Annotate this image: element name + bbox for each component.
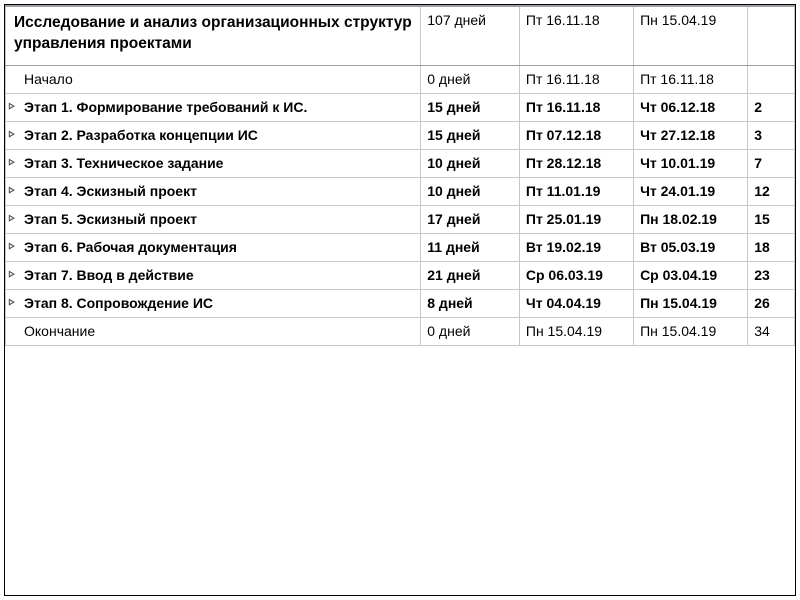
- task-end-cell: Чт 24.01.19: [634, 177, 748, 205]
- task-end-cell: Пт 16.11.18: [634, 65, 748, 93]
- task-duration-cell: 11 дней: [421, 233, 520, 261]
- task-num-cell: 15: [748, 205, 795, 233]
- table-row[interactable]: Окончание0 днейПн 15.04.19Пн 15.04.1934: [6, 317, 795, 345]
- task-start-cell: Вт 19.02.19: [519, 233, 633, 261]
- table-row[interactable]: Этап 4. Эскизный проект10 днейПт 11.01.1…: [6, 177, 795, 205]
- task-end-cell: Чт 10.01.19: [634, 149, 748, 177]
- task-table: Исследование и анализ организационных ст…: [5, 5, 795, 346]
- task-name-cell: Этап 6. Рабочая документация: [6, 233, 421, 261]
- task-start-cell: Пт 16.11.18: [519, 65, 633, 93]
- table-row[interactable]: Этап 7. Ввод в действие21 днейСр 06.03.1…: [6, 261, 795, 289]
- task-duration-cell: 8 дней: [421, 289, 520, 317]
- task-name-cell: Окончание: [6, 317, 421, 345]
- task-num-cell: 7: [748, 149, 795, 177]
- task-duration-cell: 15 дней: [421, 121, 520, 149]
- task-start-cell: Пт 11.01.19: [519, 177, 633, 205]
- task-duration-cell: 15 дней: [421, 93, 520, 121]
- summary-end: Пн 15.04.19: [634, 6, 748, 65]
- task-start-cell: Ср 06.03.19: [519, 261, 633, 289]
- task-table-body: Исследование и анализ организационных ст…: [6, 6, 795, 345]
- task-end-cell: Чт 06.12.18: [634, 93, 748, 121]
- task-end-cell: Пн 18.02.19: [634, 205, 748, 233]
- task-start-cell: Пт 25.01.19: [519, 205, 633, 233]
- task-num-cell: 18: [748, 233, 795, 261]
- table-row[interactable]: Этап 3. Техническое задание10 днейПт 28.…: [6, 149, 795, 177]
- summary-name: Исследование и анализ организационных ст…: [6, 6, 421, 65]
- summary-start: Пт 16.11.18: [519, 6, 633, 65]
- task-start-cell: Пт 07.12.18: [519, 121, 633, 149]
- task-num-cell: 23: [748, 261, 795, 289]
- task-num-cell: 3: [748, 121, 795, 149]
- task-name-cell: Этап 7. Ввод в действие: [6, 261, 421, 289]
- summary-row[interactable]: Исследование и анализ организационных ст…: [6, 6, 795, 65]
- task-num-cell: [748, 65, 795, 93]
- task-end-cell: Пн 15.04.19: [634, 317, 748, 345]
- task-end-cell: Ср 03.04.19: [634, 261, 748, 289]
- task-start-cell: Пт 28.12.18: [519, 149, 633, 177]
- task-start-cell: Пн 15.04.19: [519, 317, 633, 345]
- task-num-cell: 26: [748, 289, 795, 317]
- task-duration-cell: 0 дней: [421, 65, 520, 93]
- task-num-cell: 2: [748, 93, 795, 121]
- task-duration-cell: 10 дней: [421, 177, 520, 205]
- task-num-cell: 34: [748, 317, 795, 345]
- table-row[interactable]: Этап 8. Сопровождение ИС8 днейЧт 04.04.1…: [6, 289, 795, 317]
- task-num-cell: 12: [748, 177, 795, 205]
- table-row[interactable]: Начало0 днейПт 16.11.18Пт 16.11.18: [6, 65, 795, 93]
- task-end-cell: Пн 15.04.19: [634, 289, 748, 317]
- summary-num: [748, 6, 795, 65]
- task-name-cell: Этап 2. Разработка концепции ИС: [6, 121, 421, 149]
- task-name-cell: Этап 3. Техническое задание: [6, 149, 421, 177]
- summary-duration: 107 дней: [421, 6, 520, 65]
- table-row[interactable]: Этап 2. Разработка концепции ИС15 днейПт…: [6, 121, 795, 149]
- task-name-cell: Этап 5. Эскизный проект: [6, 205, 421, 233]
- task-duration-cell: 21 дней: [421, 261, 520, 289]
- task-end-cell: Чт 27.12.18: [634, 121, 748, 149]
- task-duration-cell: 10 дней: [421, 149, 520, 177]
- task-duration-cell: 0 дней: [421, 317, 520, 345]
- task-name-cell: Этап 8. Сопровождение ИС: [6, 289, 421, 317]
- task-duration-cell: 17 дней: [421, 205, 520, 233]
- task-name-cell: Этап 4. Эскизный проект: [6, 177, 421, 205]
- task-end-cell: Вт 05.03.19: [634, 233, 748, 261]
- table-row[interactable]: Этап 6. Рабочая документация11 днейВт 19…: [6, 233, 795, 261]
- task-name-cell: Этап 1. Формирование требований к ИС.: [6, 93, 421, 121]
- project-plan-frame: Исследование и анализ организационных ст…: [4, 4, 796, 596]
- task-start-cell: Чт 04.04.19: [519, 289, 633, 317]
- task-start-cell: Пт 16.11.18: [519, 93, 633, 121]
- table-row[interactable]: Этап 5. Эскизный проект17 днейПт 25.01.1…: [6, 205, 795, 233]
- table-row[interactable]: Этап 1. Формирование требований к ИС.15 …: [6, 93, 795, 121]
- task-name-cell: Начало: [6, 65, 421, 93]
